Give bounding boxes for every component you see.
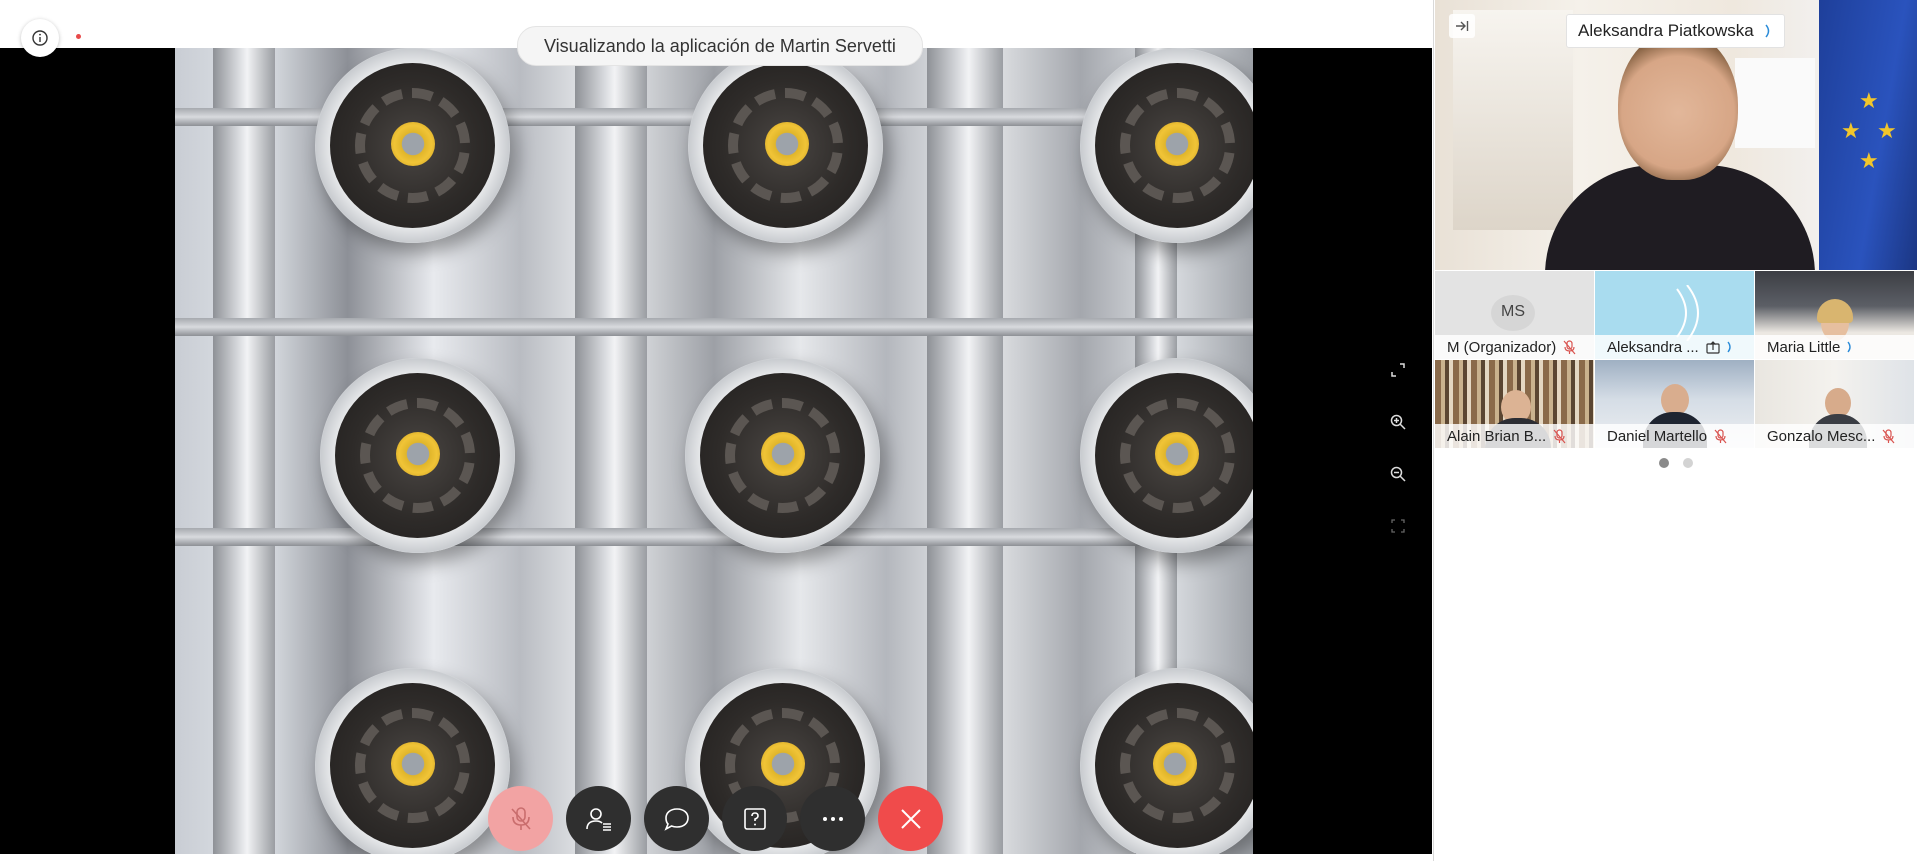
speaker-background xyxy=(1453,10,1573,230)
speaking-icon xyxy=(1847,341,1852,353)
vessel-end-cap xyxy=(396,432,440,476)
shared-application-view[interactable] xyxy=(175,48,1253,854)
fit-screen-button[interactable] xyxy=(1388,516,1408,536)
vessel-end-cap xyxy=(761,742,805,786)
speaker-person xyxy=(1545,165,1815,270)
vessel-end-cap xyxy=(1155,122,1199,166)
speaking-waves-icon xyxy=(1676,285,1699,341)
microphone-muted-icon xyxy=(510,806,531,830)
microphone-muted-icon xyxy=(1553,428,1566,443)
participant-name: Daniel Martello xyxy=(1607,427,1708,445)
collapse-arrow-icon xyxy=(1456,21,1469,31)
participants-icon xyxy=(585,807,611,831)
participant-tile[interactable]: MS M (Organizador) xyxy=(1435,271,1594,359)
participant-tile[interactable]: Maria Little xyxy=(1755,271,1914,359)
recording-dot-icon xyxy=(76,34,81,39)
active-speaker-label: Aleksandra Piatkowska xyxy=(1566,14,1785,48)
zoom-out-icon xyxy=(1390,466,1406,482)
frame-beam xyxy=(175,318,1253,336)
viewing-application-banner: Visualizando la aplicación de Martin Ser… xyxy=(517,26,923,66)
more-icon xyxy=(822,816,843,821)
microphone-muted-icon xyxy=(1714,428,1727,443)
frame-pillar xyxy=(927,48,1003,854)
participant-tile[interactable]: Alain Brian B... xyxy=(1435,360,1594,448)
shared-content-stage: Visualizando la aplicación de Martin Ser… xyxy=(0,0,1432,854)
microphone-muted-icon xyxy=(1563,339,1576,354)
participants-button[interactable] xyxy=(566,786,631,851)
presenter-name: Martin Servetti xyxy=(779,35,896,56)
frame-pillar xyxy=(213,48,275,854)
vessel-end-cap xyxy=(761,432,805,476)
more-button[interactable] xyxy=(800,786,865,851)
question-icon xyxy=(743,807,766,830)
vessel-end-cap xyxy=(1153,742,1197,786)
participant-tile[interactable]: Gonzalo Mesc... xyxy=(1755,360,1914,448)
participant-name: Maria Little xyxy=(1767,338,1841,356)
meeting-controls xyxy=(488,786,943,852)
participant-tile[interactable]: Daniel Martello xyxy=(1595,360,1754,448)
fit-screen-icon xyxy=(1391,519,1405,533)
page-dot-2[interactable] xyxy=(1683,458,1693,468)
meeting-info-button[interactable] xyxy=(21,19,59,57)
viewing-label: Visualizando la aplicación de xyxy=(544,35,775,56)
participant-name: M (Organizador) xyxy=(1447,338,1557,356)
microphone-muted-icon xyxy=(1882,428,1895,443)
chat-icon xyxy=(663,807,689,831)
share-screen-icon xyxy=(1706,340,1720,354)
leave-button[interactable] xyxy=(878,786,943,851)
participant-label: Maria Little xyxy=(1755,335,1914,359)
participants-panel: ★ ★ ★ ★ Aleksandra Piatkowska MS M (Organiz… xyxy=(1433,0,1917,861)
participant-tile[interactable]: Aleksandra ... xyxy=(1595,271,1754,359)
frame-beam xyxy=(175,528,1253,546)
active-speaker-name: Aleksandra Piatkowska xyxy=(1578,21,1754,40)
page-dot-1[interactable] xyxy=(1659,458,1669,468)
vessel-end-cap xyxy=(391,742,435,786)
zoom-out-button[interactable] xyxy=(1388,464,1408,484)
speaking-icon xyxy=(1727,341,1731,353)
vessel-end-cap xyxy=(765,122,809,166)
vessel-end-cap xyxy=(391,122,435,166)
participant-name: Gonzalo Mesc... xyxy=(1767,427,1876,445)
zoom-in-button[interactable] xyxy=(1388,412,1408,432)
frame-pillar xyxy=(575,48,647,854)
vessel-end-cap xyxy=(1155,432,1199,476)
participant-label: Aleksandra ... xyxy=(1595,335,1754,359)
participant-label: Daniel Martello xyxy=(1595,424,1754,448)
participant-label: M (Organizador) xyxy=(1435,335,1594,359)
chat-button[interactable] xyxy=(644,786,709,851)
participant-pager xyxy=(1659,458,1693,468)
participant-label: Alain Brian B... xyxy=(1435,424,1594,448)
view-tools xyxy=(1388,360,1408,568)
participant-label: Gonzalo Mesc... xyxy=(1755,424,1914,448)
participant-name: Alain Brian B... xyxy=(1447,427,1547,445)
close-icon xyxy=(900,808,921,829)
speaking-icon xyxy=(1765,24,1770,38)
speaker-person xyxy=(1618,30,1738,180)
avatar: MS xyxy=(1491,295,1535,331)
collapse-panel-button[interactable] xyxy=(1449,14,1475,38)
zoom-in-icon xyxy=(1390,414,1406,430)
info-icon xyxy=(32,30,48,46)
fullscreen-icon xyxy=(1391,363,1405,377)
speaker-background xyxy=(1735,58,1815,148)
fullscreen-button[interactable] xyxy=(1388,360,1408,380)
active-speaker-video[interactable]: ★ ★ ★ ★ Aleksandra Piatkowska xyxy=(1435,0,1917,270)
qa-button[interactable] xyxy=(722,786,787,851)
participant-video xyxy=(1817,299,1853,323)
eu-flag: ★ ★ ★ ★ xyxy=(1819,0,1917,270)
mute-button[interactable] xyxy=(488,786,553,851)
participant-name: Aleksandra ... xyxy=(1607,338,1699,356)
